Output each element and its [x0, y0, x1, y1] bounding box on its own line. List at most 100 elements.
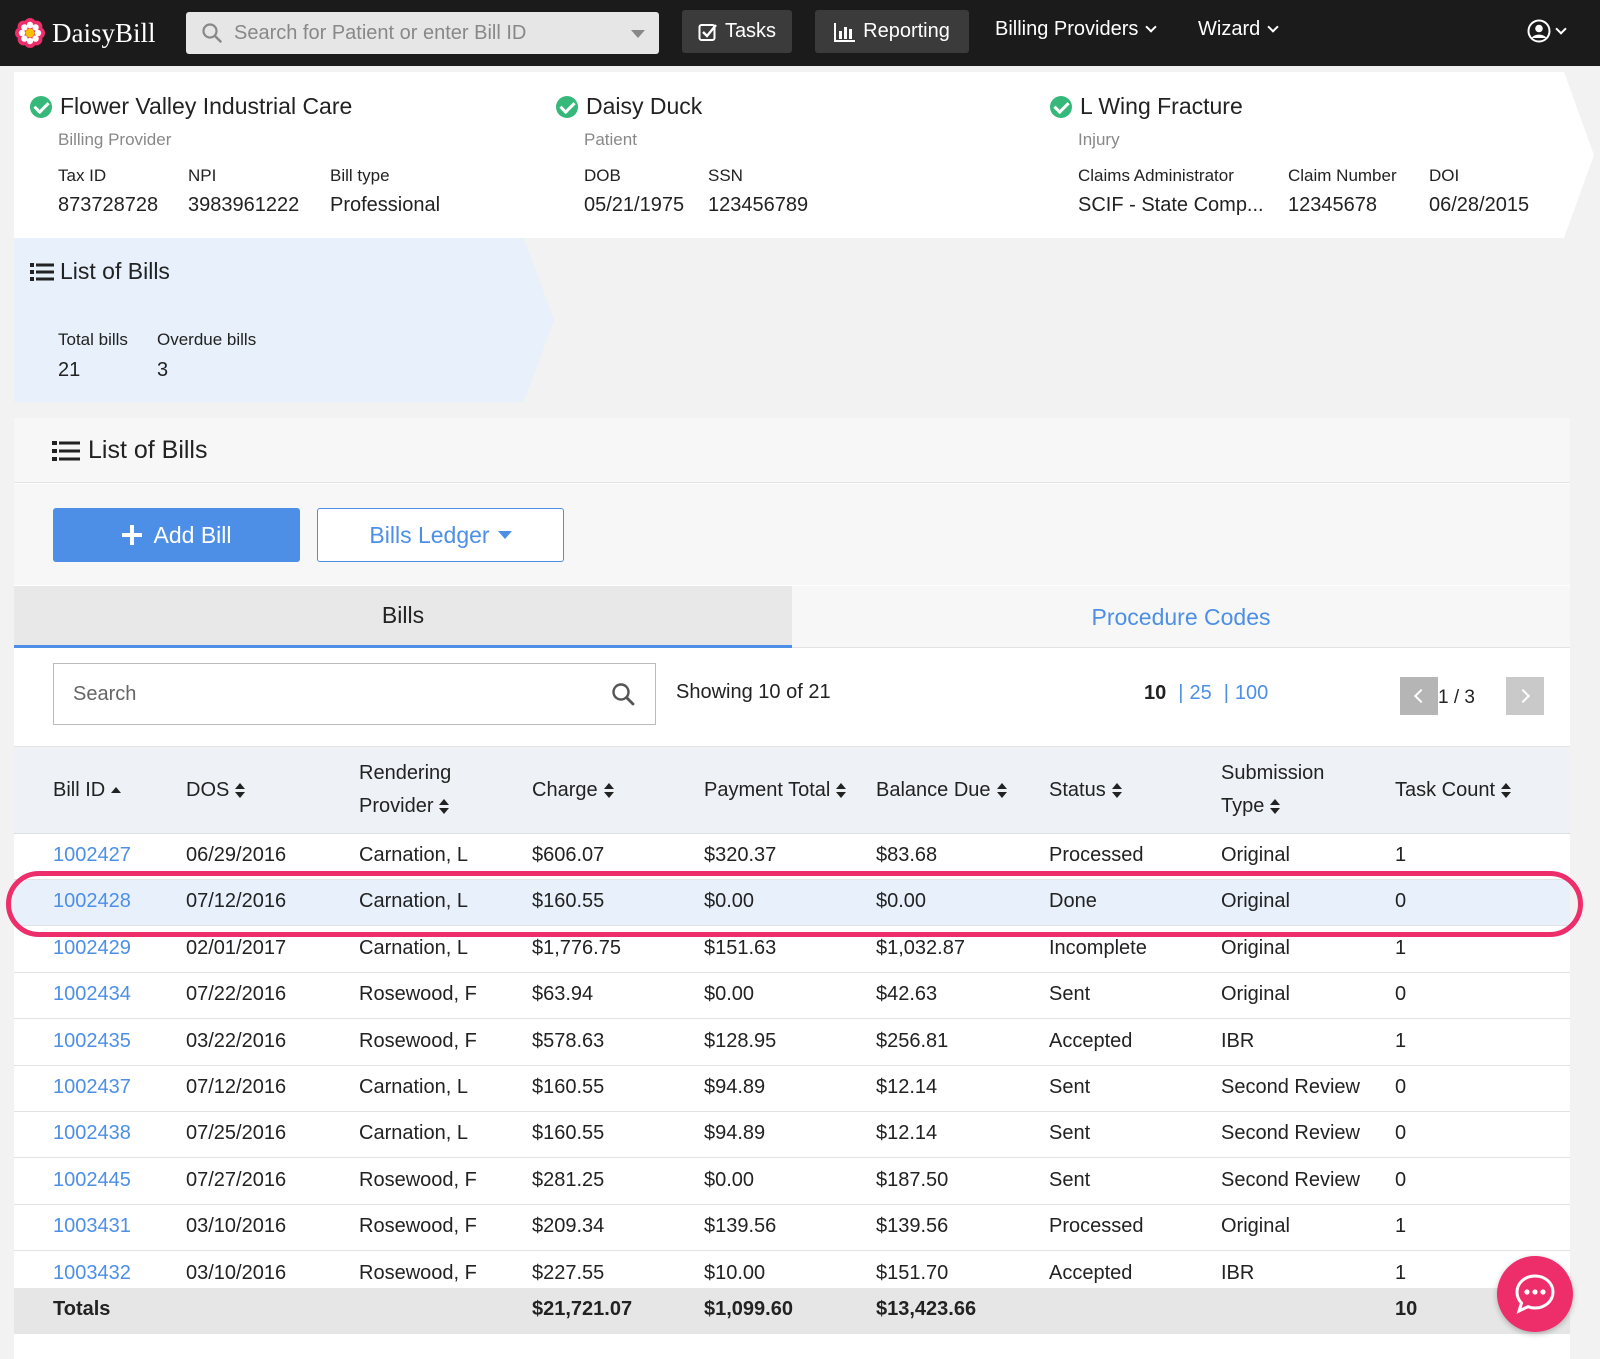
status-cell: Sent — [1049, 1122, 1091, 1145]
bill-id-link[interactable]: 1002434 — [53, 983, 131, 1006]
totals-label: Totals — [53, 1298, 111, 1320]
totals-charge: $21,721.07 — [532, 1298, 633, 1320]
col-bill-id-label: Bill ID — [53, 779, 106, 801]
table-row[interactable]: 1002434 07/22/2016 Rosewood, F $63.94 $0.00 $… — [14, 973, 1570, 1020]
col-dos[interactable]: DOS — [186, 774, 246, 807]
charge-cell: $1,776.75 — [532, 936, 621, 959]
bill-id-link[interactable]: 1002435 — [53, 1030, 131, 1053]
add-bill-button[interactable]: Add Bill — [53, 508, 300, 562]
chevron-down-icon — [1555, 22, 1567, 35]
bill-id-link[interactable]: 1002445 — [53, 1169, 131, 1192]
tasks-check-icon — [698, 23, 717, 41]
tab-procedure-codes[interactable]: Procedure Codes — [792, 586, 1570, 648]
provider-tax-id-value: 873728728 — [58, 194, 159, 216]
provider-bill-type-value: Professional — [330, 194, 441, 216]
col-rendering-provider[interactable]: Rendering Provider — [359, 757, 451, 823]
page-size-100[interactable]: 100 — [1235, 682, 1268, 705]
balance-due-cell: $42.63 — [876, 983, 938, 1006]
col-balance-due[interactable]: Balance Due — [876, 774, 1007, 807]
submission-type-cell: Second Review — [1221, 1076, 1360, 1098]
charge-cell: $578.63 — [532, 1029, 605, 1052]
wizard-menu[interactable]: Wizard — [1198, 18, 1279, 41]
table-row[interactable]: 1002438 07/25/2016 Carnation, L $160.55 $94.… — [14, 1112, 1570, 1159]
patient-card-title[interactable]: Daisy Duck — [556, 93, 702, 120]
table-header: Bill ID DOS Rendering Provider Charge Pa… — [14, 746, 1570, 834]
col-bill-id[interactable]: Bill ID — [53, 774, 122, 807]
chat-button[interactable] — [1497, 1256, 1573, 1332]
total-bills-label: Total bills — [58, 330, 128, 349]
bill-id-link[interactable]: 1002427 — [53, 844, 131, 867]
patient-ssn-label: SSN — [708, 166, 743, 185]
global-search-placeholder: Search for Patient or enter Bill ID — [234, 21, 527, 44]
task-count-cell: 1 — [1395, 1261, 1407, 1284]
rendering-provider-cell: Rosewood, F — [359, 983, 477, 1006]
table-row[interactable]: 1002445 07/27/2016 Rosewood, F $281.25 $0.00… — [14, 1158, 1570, 1205]
patient-dob-label: DOB — [584, 166, 621, 185]
bill-id-link[interactable]: 1003431 — [53, 1215, 131, 1238]
sort-asc-icon — [111, 783, 122, 799]
rendering-provider-cell: Rosewood, F — [359, 1029, 477, 1052]
logo[interactable]: DaisyBill — [14, 16, 156, 50]
status-cell: Sent — [1049, 1168, 1091, 1191]
bills-card-title[interactable]: List of Bills — [30, 258, 170, 285]
col-balance-due-label: Balance Due — [876, 779, 991, 801]
dos-cell: 03/10/2016 — [186, 1261, 287, 1284]
bill-id-link[interactable]: 1003432 — [53, 1262, 131, 1285]
table-row[interactable]: 1002435 03/22/2016 Rosewood, F $578.63 $128.… — [14, 1019, 1570, 1066]
dos-cell: 07/27/2016 — [186, 1168, 287, 1191]
search-dropdown-caret-icon[interactable] — [631, 30, 645, 38]
charge-cell: $209.34 — [532, 1215, 605, 1238]
list-icon — [52, 440, 80, 461]
tab-bills[interactable]: Bills — [14, 586, 792, 648]
next-page-button[interactable] — [1506, 677, 1544, 715]
prev-page-button[interactable] — [1400, 677, 1438, 715]
panel-header: List of Bills — [14, 418, 1570, 483]
injury-card-title[interactable]: L Wing Fracture — [1050, 93, 1243, 120]
billing-providers-menu[interactable]: Billing Providers — [995, 18, 1158, 41]
payment-total-cell: $139.56 — [704, 1215, 777, 1238]
bill-id-link[interactable]: 1002429 — [53, 937, 131, 960]
injury-card-subtitle: Injury — [1078, 130, 1120, 149]
table-row[interactable]: 1002437 07/12/2016 Carnation, L $160.55 $94.… — [14, 1066, 1570, 1112]
injury-doi-label: DOI — [1429, 166, 1460, 185]
global-search-input[interactable]: Search for Patient or enter Bill ID — [186, 12, 659, 54]
submission-type-cell: Original — [1221, 983, 1290, 1006]
status-cell: Sent — [1049, 1076, 1091, 1098]
reporting-button[interactable]: Reporting — [815, 10, 969, 53]
bills-ledger-dropdown[interactable]: Bills Ledger — [317, 508, 564, 562]
col-task-count[interactable]: Task Count — [1395, 774, 1512, 807]
sort-icon — [235, 782, 246, 799]
col-payment-total[interactable]: Payment Total — [704, 774, 847, 807]
check-circle-icon — [556, 95, 578, 118]
dos-cell: 06/29/2016 — [186, 844, 287, 866]
col-charge[interactable]: Charge — [532, 774, 614, 807]
plus-icon — [121, 525, 142, 545]
col-status[interactable]: Status — [1049, 774, 1122, 807]
injury-doi-value: 06/28/2015 — [1429, 194, 1530, 216]
daisy-logo-icon — [15, 18, 45, 48]
page-size-25[interactable]: 25 — [1189, 682, 1211, 705]
col-submission-type[interactable]: Submission Type — [1221, 757, 1324, 823]
col-submission-type-label-2: Type — [1221, 795, 1265, 817]
payment-total-cell: $94.89 — [704, 1076, 766, 1098]
sort-icon — [1501, 782, 1512, 799]
search-icon[interactable] — [611, 682, 635, 706]
provider-card-title[interactable]: Flower Valley Industrial Care — [30, 93, 352, 120]
tasks-button[interactable]: Tasks — [682, 10, 792, 53]
submission-type-cell: Second Review — [1221, 1122, 1360, 1145]
charge-cell: $63.94 — [532, 983, 594, 1006]
charge-cell: $227.55 — [532, 1261, 605, 1284]
table-search-input[interactable] — [73, 682, 593, 706]
patient-name: Daisy Duck — [586, 93, 703, 119]
tab-bar: Bills Procedure Codes — [14, 586, 1570, 648]
totals-task-count: 10 — [1395, 1298, 1418, 1320]
user-account-menu[interactable] — [1527, 19, 1567, 43]
top-navbar: DaisyBill Search for Patient or enter Bi… — [0, 0, 1600, 66]
bill-id-link[interactable]: 1002437 — [53, 1076, 131, 1099]
table-row[interactable]: 1003431 03/10/2016 Rosewood, F $209.34 $139.… — [14, 1205, 1570, 1252]
dos-cell: 02/01/2017 — [186, 936, 287, 959]
page-size-10[interactable]: 10 — [1144, 682, 1166, 705]
col-payment-total-label: Payment Total — [704, 779, 831, 801]
bill-id-link[interactable]: 1002438 — [53, 1122, 131, 1145]
table-search-field[interactable] — [53, 663, 656, 725]
